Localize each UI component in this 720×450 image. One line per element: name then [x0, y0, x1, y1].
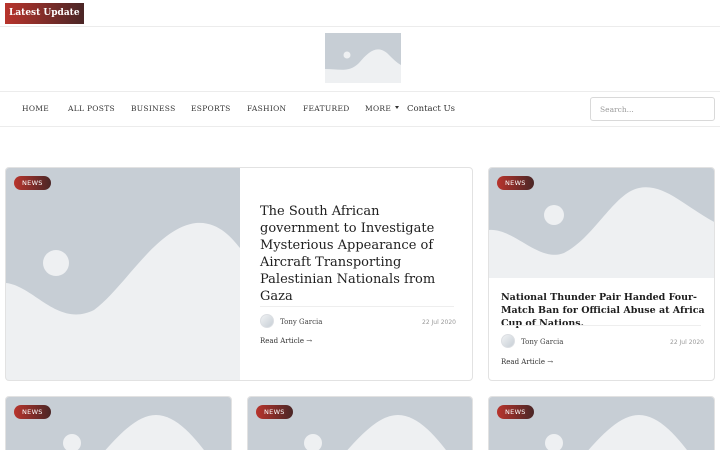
search-input[interactable]: [590, 97, 715, 121]
author-name[interactable]: Tony Garcia: [521, 338, 563, 346]
nav-esports[interactable]: ESPORTS: [191, 92, 231, 126]
category-badge[interactable]: NEWS: [256, 405, 293, 419]
top-bar: Latest Update: [0, 0, 720, 27]
author-avatar: [260, 314, 274, 328]
read-article-link[interactable]: Read Article →: [501, 358, 553, 366]
article-card[interactable]: NEWS: [247, 396, 473, 450]
nav-more-label: MORE: [365, 104, 392, 113]
featured-article-card[interactable]: NEWS The South African government to Inv…: [5, 167, 473, 381]
article-title[interactable]: The South African government to Investig…: [260, 203, 460, 305]
nav-contact-us[interactable]: Contact Us: [407, 92, 455, 126]
article-image[interactable]: [6, 168, 240, 380]
article-card[interactable]: NEWS: [488, 396, 715, 450]
divider: [501, 325, 701, 326]
nav-more[interactable]: MORE: [365, 92, 400, 126]
latest-update-badge[interactable]: Latest Update: [5, 3, 84, 24]
category-badge[interactable]: NEWS: [497, 405, 534, 419]
image-placeholder-icon: [325, 49, 401, 83]
nav-home[interactable]: HOME: [22, 92, 49, 126]
chevron-down-icon: [395, 106, 400, 109]
category-badge[interactable]: NEWS: [14, 405, 51, 419]
category-badge[interactable]: NEWS: [497, 176, 534, 190]
category-badge[interactable]: NEWS: [14, 176, 51, 190]
image-placeholder-icon: [6, 222, 240, 380]
author-avatar: [501, 334, 515, 348]
nav-business[interactable]: BUSINESS: [131, 92, 176, 126]
author-name[interactable]: Tony Garcia: [280, 318, 322, 326]
nav-fashion[interactable]: FASHION: [247, 92, 286, 126]
divider: [260, 306, 454, 307]
article-date: 22 Jul 2020: [670, 339, 704, 346]
nav-featured[interactable]: FEATURED: [303, 92, 350, 126]
article-card[interactable]: NEWS: [5, 396, 232, 450]
nav-all-posts[interactable]: ALL POSTS: [68, 92, 115, 126]
read-article-link[interactable]: Read Article →: [260, 337, 312, 345]
article-date: 22 Jul 2020: [422, 319, 456, 326]
site-logo[interactable]: [325, 33, 401, 83]
article-card[interactable]: NEWS National Thunder Pair Handed Four-M…: [488, 167, 715, 381]
